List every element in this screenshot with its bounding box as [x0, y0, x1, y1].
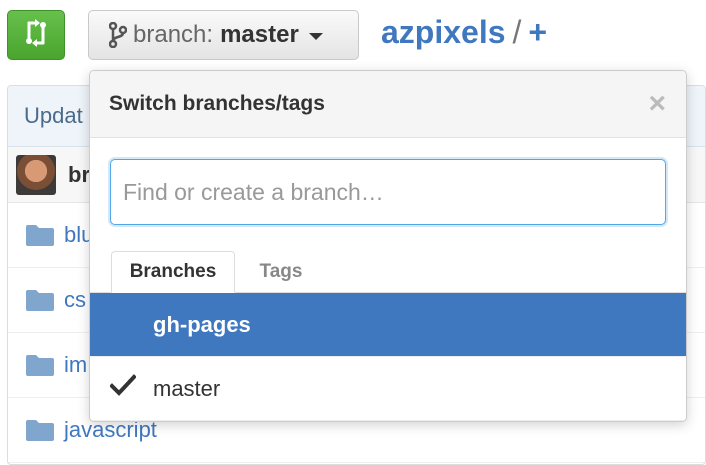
close-icon[interactable]: × [648, 89, 666, 119]
check-icon [110, 374, 136, 396]
folder-icon [26, 419, 54, 441]
commit-author[interactable]: br [68, 162, 90, 188]
current-branch-name: master [220, 21, 299, 48]
branch-item-label: gh-pages [153, 311, 251, 337]
branch-list: gh-pages master [90, 293, 686, 421]
folder-icon [26, 354, 54, 376]
branch-select-button[interactable]: branch: master [88, 10, 359, 60]
chevron-down-icon [308, 32, 323, 40]
compare-icon [23, 18, 49, 52]
branch-item-gh-pages[interactable]: gh-pages [90, 293, 686, 357]
add-file-link[interactable]: + [528, 14, 547, 50]
branch-prefix-label: branch: [133, 21, 214, 48]
breadcrumb-separator: / [512, 14, 522, 50]
repo-link[interactable]: azpixels [381, 14, 506, 50]
file-name[interactable]: cs [64, 287, 86, 313]
branch-tabs: Branches Tags [90, 251, 686, 293]
folder-icon [26, 224, 54, 246]
tab-branches[interactable]: Branches [111, 251, 235, 293]
branch-icon [109, 22, 127, 48]
branch-search-input[interactable] [110, 159, 666, 225]
file-name[interactable]: im [64, 352, 87, 378]
avatar[interactable] [16, 154, 56, 195]
tab-tags[interactable]: Tags [240, 251, 322, 292]
branch-switcher-dropdown: Switch branches/tags × Branches Tags gh-… [89, 70, 687, 422]
dropdown-header: Switch branches/tags × [90, 71, 686, 138]
branch-item-label: master [153, 375, 221, 401]
dropdown-title: Switch branches/tags [109, 92, 325, 115]
compare-button[interactable] [7, 10, 65, 60]
branch-item-master[interactable]: master [90, 357, 686, 421]
commit-message[interactable]: Updat [24, 103, 83, 129]
folder-icon [26, 289, 54, 311]
breadcrumb: azpixels / + [381, 14, 547, 51]
